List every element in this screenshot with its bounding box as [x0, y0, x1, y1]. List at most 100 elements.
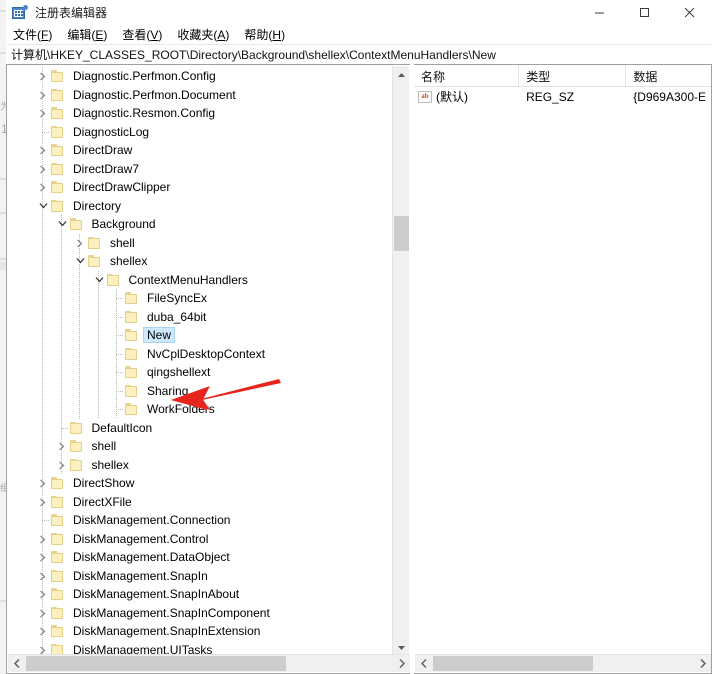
tree-node[interactable]: duba_64bit [7, 308, 392, 327]
tree-node[interactable]: NvCplDesktopContext [7, 345, 392, 364]
tree-node[interactable]: Diagnostic.Perfmon.Document [7, 86, 392, 105]
menu-item-1[interactable]: 文件(F) [13, 26, 61, 43]
values-horizontal-scrollbar-thumb[interactable] [433, 656, 593, 671]
registry-values-pane: 名称 类型 数据 ab (默认) REG_SZ {D969A300-E [414, 64, 712, 674]
minimize-button[interactable] [577, 0, 622, 25]
chevron-right-icon[interactable] [35, 474, 51, 492]
folder-icon [69, 458, 83, 471]
tree-node[interactable]: Diagnostic.Resmon.Config [7, 104, 392, 123]
folder-icon [51, 495, 64, 508]
scroll-up-arrow-icon[interactable] [393, 66, 410, 83]
chevron-right-icon[interactable] [35, 67, 51, 85]
column-header-data[interactable]: 数据 [626, 65, 711, 86]
tree-vertical-scrollbar[interactable] [392, 66, 409, 656]
tree-node[interactable]: DiskManagement.SnapInComponent [7, 604, 392, 623]
menu-item-4[interactable]: 收藏夹(A) [177, 26, 238, 43]
tree-horizontal-scrollbar-thumb[interactable] [26, 656, 286, 671]
menu-item-3[interactable]: 查看(V) [122, 26, 171, 43]
maximize-button[interactable] [622, 0, 667, 25]
registry-icon [12, 4, 28, 21]
tree-node-label: New [142, 327, 176, 344]
tree-node[interactable]: ContextMenuHandlers [7, 271, 392, 290]
value-type-cell: REG_SZ [526, 89, 575, 104]
menu-item-2[interactable]: 编辑(E) [67, 26, 116, 43]
chevron-right-icon[interactable] [35, 567, 51, 585]
tree-node[interactable]: shellex [7, 456, 392, 475]
tree-node[interactable]: Directory [7, 197, 392, 216]
value-row[interactable]: ab (默认) REG_SZ {D969A300-E [414, 87, 711, 106]
window-title: 注册表编辑器 [35, 6, 108, 20]
close-button[interactable] [667, 0, 712, 25]
tree-node[interactable]: DiskManagement.SnapInExtension [7, 622, 392, 641]
tree-node-spacer [35, 511, 51, 529]
chevron-right-icon[interactable] [35, 160, 51, 178]
tree-node[interactable]: DiskManagement.DataObject [7, 548, 392, 567]
chevron-down-icon[interactable] [91, 271, 107, 289]
tree-node[interactable]: Diagnostic.Perfmon.Config [7, 67, 392, 86]
scroll-right-arrow-icon[interactable] [694, 655, 711, 672]
tree-node[interactable]: DirectXFile [7, 493, 392, 512]
tree-node-label: DiagnosticLog [73, 124, 150, 139]
tree-node[interactable]: DiskManagement.Connection [7, 511, 392, 530]
tree-node-label: Diagnostic.Perfmon.Document [73, 87, 236, 102]
tree-node[interactable]: DiagnosticLog [7, 123, 392, 142]
address-bar[interactable]: 计算机\HKEY_CLASSES_ROOT\Directory\Backgrou… [7, 44, 711, 65]
tree-node-spacer [109, 400, 125, 418]
chevron-right-icon[interactable] [35, 548, 51, 566]
chevron-down-icon[interactable] [72, 252, 88, 270]
folder-icon [51, 107, 64, 120]
tree-node[interactable]: DiskManagement.UITasks [7, 641, 392, 655]
tree-node[interactable]: qingshellext [7, 363, 392, 382]
tree-node[interactable]: DirectShow [7, 474, 392, 493]
chevron-right-icon[interactable] [72, 234, 88, 252]
chevron-right-icon[interactable] [54, 437, 70, 455]
scroll-right-arrow-icon[interactable] [393, 655, 410, 672]
tree-horizontal-scrollbar[interactable] [8, 654, 410, 672]
tree-node[interactable]: DiskManagement.SnapInAbout [7, 585, 392, 604]
folder-icon [51, 588, 64, 601]
tree-node-spacer [109, 345, 125, 363]
tree-vertical-scrollbar-thumb[interactable] [394, 216, 409, 251]
tree-node[interactable]: DiskManagement.SnapIn [7, 567, 392, 586]
chevron-right-icon[interactable] [35, 530, 51, 548]
tree-node-label: DiskManagement.Connection [73, 513, 231, 528]
folder-icon [69, 218, 83, 231]
chevron-right-icon[interactable] [35, 641, 51, 655]
column-header-name[interactable]: 名称 [414, 65, 520, 86]
tree-node-spacer [109, 326, 125, 344]
chevron-right-icon[interactable] [35, 622, 51, 640]
tree-node[interactable]: shell [7, 234, 392, 253]
chevron-down-icon[interactable] [35, 197, 51, 215]
scroll-left-arrow-icon[interactable] [415, 655, 432, 672]
tree-node[interactable]: DirectDraw7 [7, 160, 392, 179]
chevron-right-icon[interactable] [35, 104, 51, 122]
tree-node[interactable]: Sharing [7, 382, 392, 401]
tree-node[interactable]: DirectDraw [7, 141, 392, 160]
menu-item-paren: ) [48, 28, 53, 42]
chevron-right-icon[interactable] [35, 86, 51, 104]
chevron-right-icon[interactable] [35, 178, 51, 196]
tree-node[interactable]: DiskManagement.Control [7, 530, 392, 549]
tree-node[interactable]: FileSyncEx [7, 289, 392, 308]
chevron-right-icon[interactable] [35, 141, 51, 159]
folder-icon [125, 347, 138, 360]
chevron-right-icon[interactable] [35, 604, 51, 622]
scroll-left-arrow-icon[interactable] [8, 655, 25, 672]
chevron-right-icon[interactable] [35, 493, 51, 511]
tree-node[interactable]: Background [7, 215, 392, 234]
chevron-right-icon[interactable] [35, 585, 51, 603]
chevron-right-icon[interactable] [54, 456, 70, 474]
tree-node[interactable]: WorkFolders [7, 400, 392, 419]
tree-node-spacer [109, 363, 125, 381]
menu-item-5[interactable]: 帮助(H) [244, 26, 294, 43]
tree-node[interactable]: shell [7, 437, 392, 456]
tree-node[interactable]: shellex [7, 252, 392, 271]
title-bar: 注册表编辑器 [6, 0, 712, 25]
column-header-type[interactable]: 类型 [519, 65, 627, 86]
value-name-cell: ab (默认) [414, 88, 519, 105]
chevron-down-icon[interactable] [54, 215, 70, 233]
values-horizontal-scrollbar[interactable] [415, 654, 711, 672]
tree-node-selected[interactable]: New [7, 326, 392, 345]
tree-node[interactable]: DefaultIcon [7, 419, 392, 438]
tree-node[interactable]: DirectDrawClipper [7, 178, 392, 197]
